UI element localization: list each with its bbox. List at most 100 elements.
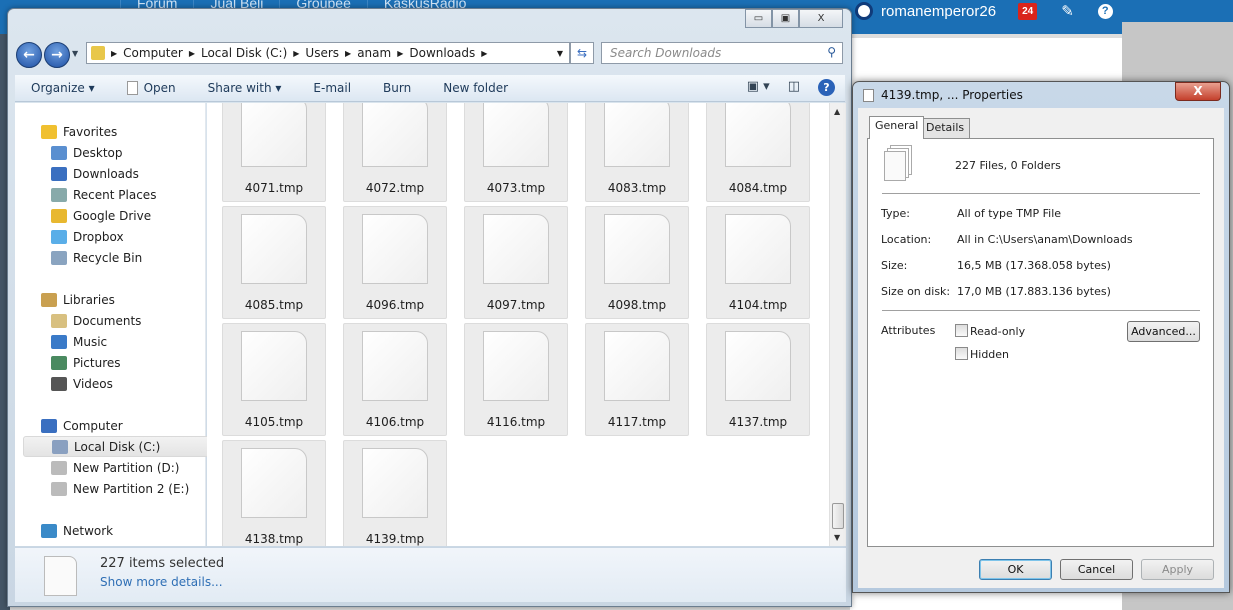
toolbar-label: Open	[143, 81, 176, 95]
address-dropdown-icon[interactable]: ▼	[557, 49, 563, 58]
file-item[interactable]: 4097.tmp	[464, 206, 568, 319]
nav-label: Recent Places	[73, 187, 157, 202]
breadcrumb-item[interactable]: Computer	[123, 46, 183, 60]
file-item[interactable]: 4139.tmp	[343, 440, 447, 546]
toolbar-button-share-with[interactable]: Share with ▾	[192, 81, 298, 95]
file-item[interactable]: 4098.tmp	[585, 206, 689, 319]
breadcrumb-arrow-icon[interactable]: ▶	[111, 49, 117, 58]
file-item[interactable]: 4071.tmp	[222, 103, 326, 202]
nav-videos[interactable]: Videos	[51, 373, 113, 394]
hidden-checkbox[interactable]	[955, 347, 968, 360]
breadcrumb-arrow-icon[interactable]: ▶	[397, 49, 403, 58]
file-item[interactable]: 4083.tmp	[585, 103, 689, 202]
nav-drive-c[interactable]: Local Disk (C:)	[23, 436, 213, 457]
nav-recent-places[interactable]: Recent Places	[51, 184, 156, 205]
tab-details[interactable]: Details	[920, 118, 971, 138]
drive-d-icon	[51, 460, 67, 475]
nav-drive-e[interactable]: New Partition 2 (E:)	[51, 478, 189, 499]
breadcrumb-item[interactable]: anam	[357, 46, 391, 60]
vertical-scrollbar[interactable]: ▲ ▼	[829, 103, 846, 546]
file-item[interactable]: 4084.tmp	[706, 103, 810, 202]
file-item[interactable]: 4117.tmp	[585, 323, 689, 436]
nav-google-drive[interactable]: Google Drive	[51, 205, 151, 226]
hidden-label[interactable]: Hidden	[970, 348, 1009, 361]
breadcrumb-arrow-icon[interactable]: ▶	[293, 49, 299, 58]
file-item[interactable]: 4096.tmp	[343, 206, 447, 319]
scrollbar-thumb[interactable]	[832, 503, 844, 529]
preview-pane-icon[interactable]: ◫	[788, 79, 800, 96]
help-icon[interactable]: ?	[1097, 3, 1113, 19]
file-item[interactable]: 4104.tmp	[706, 206, 810, 319]
back-button[interactable]: ←	[16, 42, 42, 68]
divider	[882, 310, 1200, 311]
nav-recycle-bin[interactable]: Recycle Bin	[51, 247, 142, 268]
scroll-down-arrow[interactable]: ▼	[834, 533, 840, 542]
nav-desktop[interactable]: Desktop	[51, 142, 123, 163]
files-icon	[863, 89, 874, 102]
toolbar-button-organize[interactable]: Organize ▾	[15, 81, 111, 95]
music-icon	[51, 334, 67, 349]
readonly-label[interactable]: Read-only	[970, 325, 1025, 338]
username[interactable]: romanemperor26	[881, 3, 996, 20]
refresh-button[interactable]: ⇆	[570, 42, 594, 64]
apply-button[interactable]: Apply	[1141, 559, 1214, 580]
nav-documents[interactable]: Documents	[51, 310, 141, 331]
file-name: 4139.tmp	[365, 532, 425, 546]
help-icon[interactable]: ?	[818, 79, 835, 96]
nav-computer[interactable]: Computer	[41, 415, 123, 436]
breadcrumb-arrow-icon[interactable]: ▶	[345, 49, 351, 58]
nav-pictures[interactable]: Pictures	[51, 352, 121, 373]
tab-general[interactable]: General	[869, 116, 925, 139]
ok-button[interactable]: OK	[979, 559, 1052, 580]
breadcrumb-arrow-icon[interactable]: ▶	[189, 49, 195, 58]
breadcrumb-item[interactable]: Downloads	[409, 46, 475, 60]
file-item[interactable]: 4072.tmp	[343, 103, 447, 202]
toolbar-button-open[interactable]: Open	[111, 81, 192, 95]
address-bar[interactable]: ▶ Computer ▶ Local Disk (C:) ▶ Users ▶ anam ▶ Dow…	[86, 42, 570, 64]
toolbar-button-e-mail[interactable]: E-mail	[297, 81, 367, 95]
file-item[interactable]: 4073.tmp	[464, 103, 568, 202]
scroll-up-arrow[interactable]: ▲	[834, 107, 840, 116]
maximize-button[interactable]: ▣	[772, 9, 799, 28]
file-name: 4117.tmp	[607, 415, 667, 429]
nav-dropbox[interactable]: Dropbox	[51, 226, 124, 247]
nav-drive-d[interactable]: New Partition (D:)	[51, 457, 179, 478]
document-icon	[126, 81, 138, 95]
toolbar-button-new-folder[interactable]: New folder	[427, 81, 524, 95]
change-view-icon[interactable]: ▣ ▾	[747, 79, 770, 96]
file-item[interactable]: 4116.tmp	[464, 323, 568, 436]
nav-network[interactable]: Network	[41, 520, 113, 541]
recent-pages-dropdown[interactable]: ▼	[72, 49, 78, 58]
search-input[interactable]: Search Downloads ⚲	[601, 42, 843, 64]
file-item[interactable]: 4137.tmp	[706, 323, 810, 436]
forward-button[interactable]: →	[44, 42, 70, 68]
nav-music[interactable]: Music	[51, 331, 107, 352]
drive-e-icon	[51, 481, 67, 496]
close-button[interactable]: X	[1175, 82, 1221, 101]
breadcrumb-arrow-icon[interactable]: ▶	[481, 49, 487, 58]
nav-downloads[interactable]: Downloads	[51, 163, 139, 184]
breadcrumb-item[interactable]: Local Disk (C:)	[201, 46, 287, 60]
nav-libraries[interactable]: Libraries	[41, 289, 115, 310]
close-button[interactable]: X	[799, 9, 843, 28]
toolbar-label: Share with ▾	[207, 81, 282, 95]
videos-icon	[51, 376, 67, 391]
toolbar-button-burn[interactable]: Burn	[367, 81, 427, 95]
minimize-button[interactable]: ▭	[745, 9, 772, 28]
toolbar-label: New folder	[443, 81, 509, 95]
breadcrumb-item[interactable]: Users	[305, 46, 339, 60]
user-menu[interactable]: romanemperor26 24 ✎ ?	[855, 0, 1113, 22]
notification-badge[interactable]: 24	[1018, 2, 1038, 20]
pencil-icon[interactable]: ✎	[1061, 2, 1074, 20]
file-item[interactable]: 4105.tmp	[222, 323, 326, 436]
file-item[interactable]: 4106.tmp	[343, 323, 447, 436]
show-more-details-link[interactable]: Show more details...	[100, 575, 223, 589]
cancel-button[interactable]: Cancel	[1060, 559, 1133, 580]
property-label: Type:	[881, 207, 910, 220]
advanced-button[interactable]: Advanced...	[1127, 321, 1200, 342]
search-icon[interactable]: ⚲	[827, 45, 836, 59]
readonly-checkbox[interactable]	[955, 324, 968, 337]
file-item[interactable]: 4085.tmp	[222, 206, 326, 319]
file-item[interactable]: 4138.tmp	[222, 440, 326, 546]
nav-favorites[interactable]: Favorites	[41, 121, 117, 142]
